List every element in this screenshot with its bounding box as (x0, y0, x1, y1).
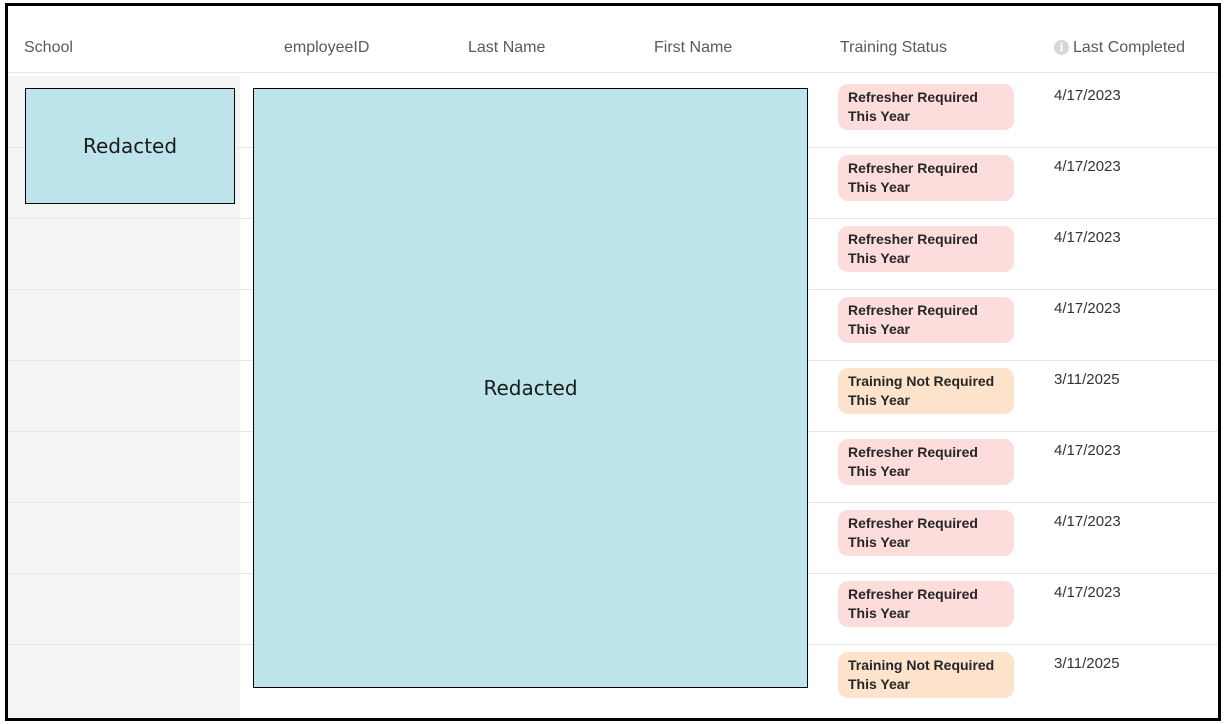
training-status-badge: Refresher Required This Year (838, 510, 1014, 556)
training-table-screenshot: School employeeID Last Name First Name T… (5, 3, 1221, 721)
training-status-badge: Refresher Required This Year (838, 439, 1014, 485)
training-status-badge: Refresher Required This Year (838, 297, 1014, 343)
last-completed-date: 4/17/2023 (1054, 300, 1121, 317)
column-header-school[interactable]: School (24, 39, 73, 57)
column-header-training-status[interactable]: Training Status (840, 39, 947, 57)
last-completed-date: 4/17/2023 (1054, 442, 1121, 459)
last-completed-date: 3/11/2025 (1054, 371, 1120, 388)
training-status-badge: Refresher Required This Year (838, 84, 1014, 130)
last-completed-date: 4/17/2023 (1054, 158, 1121, 175)
training-status-badge: Training Not Required This Year (838, 368, 1014, 414)
column-header-last-completed[interactable]: i Last Completed (1054, 39, 1185, 57)
last-completed-date: 3/11/2025 (1054, 655, 1120, 672)
info-icon[interactable]: i (1054, 40, 1069, 55)
training-status-badge: Refresher Required This Year (838, 581, 1014, 627)
training-status-badge: Refresher Required This Year (838, 155, 1014, 201)
redacted-employee-block: Redacted (253, 88, 808, 688)
last-completed-date: 4/17/2023 (1054, 87, 1121, 104)
table-header: School employeeID Last Name First Name T… (8, 6, 1218, 73)
training-status-badge: Training Not Required This Year (838, 652, 1014, 698)
redacted-school-cell: Redacted (25, 88, 235, 204)
column-header-last-name[interactable]: Last Name (468, 39, 545, 57)
column-header-last-completed-label: Last Completed (1073, 39, 1186, 56)
last-completed-date: 4/17/2023 (1054, 229, 1121, 246)
last-completed-date: 4/17/2023 (1054, 584, 1121, 601)
column-header-employee-id[interactable]: employeeID (284, 39, 369, 57)
training-status-badge: Refresher Required This Year (838, 226, 1014, 272)
column-header-first-name[interactable]: First Name (654, 39, 732, 57)
last-completed-date: 4/17/2023 (1054, 513, 1121, 530)
